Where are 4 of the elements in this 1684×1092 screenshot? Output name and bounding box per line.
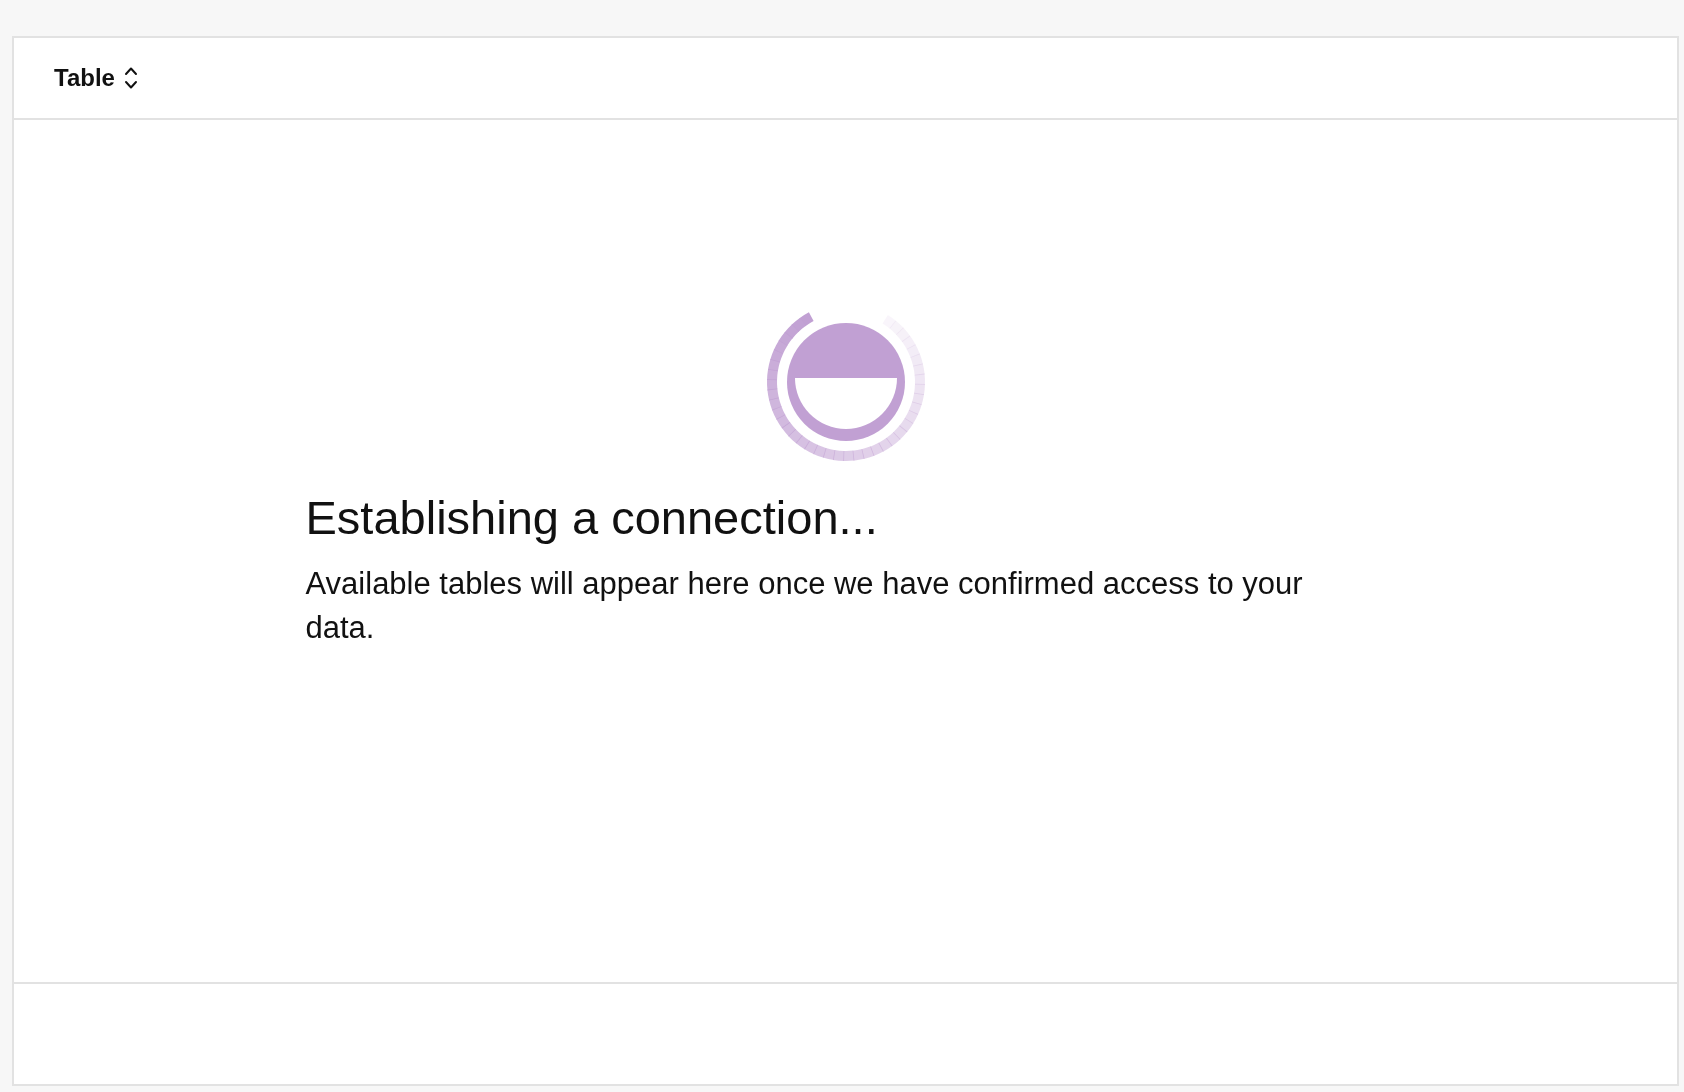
table-selector[interactable]: Table [54,64,138,92]
empty-state-message: Available tables will appear here once we have confirmed access to your data. [305,565,1304,648]
chevron-up-down-icon [123,66,138,90]
empty-state-title: Establishing a connection... [305,490,879,546]
